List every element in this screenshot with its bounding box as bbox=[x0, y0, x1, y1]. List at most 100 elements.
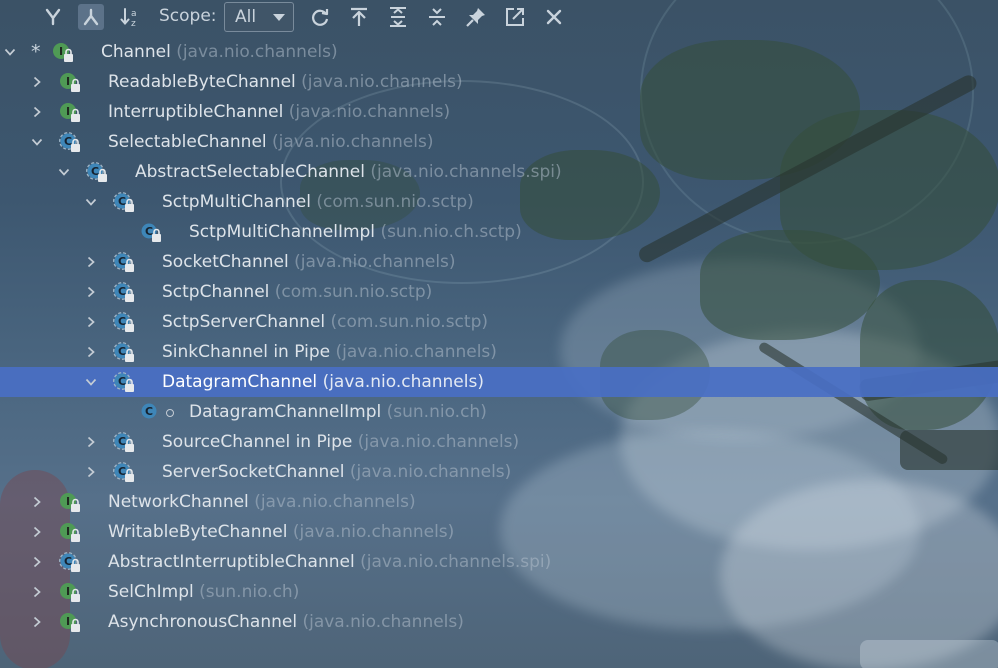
package-name: (java.nio.channels) bbox=[254, 492, 416, 512]
close-button[interactable] bbox=[541, 4, 567, 30]
package-name: (java.nio.channels) bbox=[322, 372, 484, 392]
svg-text:C: C bbox=[118, 315, 126, 328]
chevron-down-icon[interactable] bbox=[58, 166, 70, 178]
svg-text:C: C bbox=[118, 285, 126, 298]
pin-tab-icon bbox=[465, 6, 487, 28]
interface-icon: I bbox=[59, 102, 81, 124]
tree-node-label: ServerSocketChannel (java.nio.channels) bbox=[162, 462, 511, 482]
chevron-right-icon[interactable] bbox=[31, 76, 43, 88]
abstract-class-icon: C bbox=[113, 192, 135, 214]
package-name: (sun.nio.ch.sctp) bbox=[380, 222, 522, 242]
refresh-icon bbox=[309, 6, 331, 28]
tree-node[interactable]: C SctpChannel (com.sun.nio.sctp) bbox=[0, 277, 998, 307]
chevron-down-icon[interactable] bbox=[31, 136, 43, 148]
tree-node[interactable]: C SinkChannel in Pipe (java.nio.channels) bbox=[0, 337, 998, 367]
tree-node-label: AbstractInterruptibleChannel (java.nio.c… bbox=[108, 552, 551, 572]
chevron-down-icon[interactable] bbox=[85, 196, 97, 208]
close-icon bbox=[544, 7, 564, 27]
tree-node[interactable]: C SctpMultiChannel (com.sun.nio.sctp) bbox=[0, 187, 998, 217]
tree-node-label: InterruptibleChannel (java.nio.channels) bbox=[108, 102, 450, 122]
svg-text:C: C bbox=[145, 225, 153, 238]
package-name: (java.nio.channels) bbox=[335, 342, 497, 362]
tree-node[interactable]: I SelChImpl (sun.nio.ch) bbox=[0, 577, 998, 607]
package-name: (java.nio.channels) bbox=[288, 102, 451, 122]
sort-alphabetically-icon: az bbox=[120, 6, 142, 28]
tree-node[interactable]: C DatagramChannel (java.nio.channels) bbox=[0, 367, 998, 397]
chevron-down-icon[interactable] bbox=[4, 46, 16, 58]
package-name: (java.nio.channels) bbox=[176, 42, 338, 62]
chevron-right-icon[interactable] bbox=[85, 256, 97, 268]
abstract-class-icon: C bbox=[59, 132, 81, 154]
type-name: SctpServerChannel bbox=[162, 312, 326, 332]
chevron-right-icon[interactable] bbox=[31, 556, 43, 568]
chevron-right-icon[interactable] bbox=[31, 616, 43, 628]
chevron-right-icon[interactable] bbox=[31, 106, 43, 118]
package-name: (java.nio.channels.spi) bbox=[360, 552, 552, 572]
tree-node[interactable]: * I Channel (java.nio.channels) bbox=[0, 37, 998, 67]
abstract-class-icon: C bbox=[113, 282, 135, 304]
abstract-class-icon: C bbox=[113, 312, 135, 334]
tree-node[interactable]: I ReadableByteChannel (java.nio.channels) bbox=[0, 67, 998, 97]
tree-node[interactable]: C SctpServerChannel (com.sun.nio.sctp) bbox=[0, 307, 998, 337]
type-name: DatagramChannelImpl bbox=[189, 402, 382, 422]
tree-node[interactable]: C AbstractSelectableChannel (java.nio.cha… bbox=[0, 157, 998, 187]
type-name: InterruptibleChannel bbox=[108, 102, 284, 122]
base-on-this-class-button[interactable] bbox=[346, 4, 372, 30]
chevron-right-icon[interactable] bbox=[85, 346, 97, 358]
interface-icon: I bbox=[59, 492, 81, 514]
package-name: (java.nio.channels.spi) bbox=[370, 162, 562, 182]
svg-text:z: z bbox=[131, 19, 136, 28]
chevron-right-icon[interactable] bbox=[31, 586, 43, 598]
chevron-right-icon[interactable] bbox=[31, 526, 43, 538]
chevron-right-icon[interactable] bbox=[31, 496, 43, 508]
type-name: SourceChannel in Pipe bbox=[162, 432, 353, 452]
tree-node[interactable]: C SctpMultiChannelImpl (sun.nio.ch.sctp) bbox=[0, 217, 998, 247]
type-name: SelChImpl bbox=[108, 582, 194, 602]
chevron-down-icon[interactable] bbox=[85, 376, 97, 388]
package-name: (com.sun.nio.sctp) bbox=[330, 312, 488, 332]
export-button[interactable] bbox=[502, 4, 528, 30]
tree-node-label: SctpChannel (com.sun.nio.sctp) bbox=[162, 282, 432, 302]
tree-node[interactable]: C SelectableChannel (java.nio.channels) bbox=[0, 127, 998, 157]
package-name: (java.nio.channels) bbox=[292, 522, 455, 542]
scope-dropdown[interactable]: All bbox=[224, 2, 294, 32]
expand-all-button[interactable] bbox=[385, 4, 411, 30]
tree-node-label: AbstractSelectableChannel (java.nio.chan… bbox=[135, 162, 562, 182]
pin-tab-button[interactable] bbox=[463, 4, 489, 30]
supertypes-hierarchy-button[interactable] bbox=[78, 4, 104, 30]
chevron-down-icon bbox=[273, 14, 285, 21]
interface-icon: I bbox=[59, 612, 81, 634]
tree-node-label: SelChImpl (sun.nio.ch) bbox=[108, 582, 299, 602]
interface-icon: I bbox=[52, 42, 74, 64]
svg-text:C: C bbox=[64, 135, 72, 148]
abstract-class-icon: C bbox=[113, 432, 135, 454]
sort-alphabetically-button[interactable]: az bbox=[118, 4, 144, 30]
type-name: SctpChannel bbox=[162, 282, 270, 302]
tree-node[interactable]: C DatagramChannelImpl (sun.nio.ch) bbox=[0, 397, 998, 427]
chevron-right-icon[interactable] bbox=[85, 316, 97, 328]
tree-node[interactable]: C ServerSocketChannel (java.nio.channels) bbox=[0, 457, 998, 487]
tree-node-label: SinkChannel in Pipe (java.nio.channels) bbox=[162, 342, 497, 362]
abstract-class-icon: C bbox=[113, 372, 135, 394]
svg-text:I: I bbox=[66, 525, 70, 538]
interface-icon: I bbox=[59, 72, 81, 94]
tree-node[interactable]: I AsynchronousChannel (java.nio.channels) bbox=[0, 607, 998, 637]
refresh-button[interactable] bbox=[307, 4, 333, 30]
chevron-right-icon[interactable] bbox=[85, 286, 97, 298]
package-name: (java.nio.channels) bbox=[349, 462, 512, 482]
svg-text:C: C bbox=[118, 345, 126, 358]
tree-node[interactable]: I WritableByteChannel (java.nio.channels) bbox=[0, 517, 998, 547]
tree-node[interactable]: I NetworkChannel (java.nio.channels) bbox=[0, 487, 998, 517]
chevron-right-icon[interactable] bbox=[85, 466, 97, 478]
subtypes-hierarchy-button[interactable] bbox=[40, 4, 66, 30]
package-name: (java.nio.channels) bbox=[294, 252, 456, 272]
tree-node[interactable]: C SourceChannel in Pipe (java.nio.channel… bbox=[0, 427, 998, 457]
tree-node[interactable]: C AbstractInterruptibleChannel (java.nio.… bbox=[0, 547, 998, 577]
tree-node[interactable]: I InterruptibleChannel (java.nio.channels… bbox=[0, 97, 998, 127]
tree-node-label: SelectableChannel (java.nio.channels) bbox=[108, 132, 433, 152]
collapse-all-button[interactable] bbox=[424, 4, 450, 30]
tree-node[interactable]: C SocketChannel (java.nio.channels) bbox=[0, 247, 998, 277]
chevron-right-icon[interactable] bbox=[85, 436, 97, 448]
package-name: (java.nio.channels) bbox=[301, 72, 463, 92]
abstract-class-icon: C bbox=[59, 552, 81, 574]
